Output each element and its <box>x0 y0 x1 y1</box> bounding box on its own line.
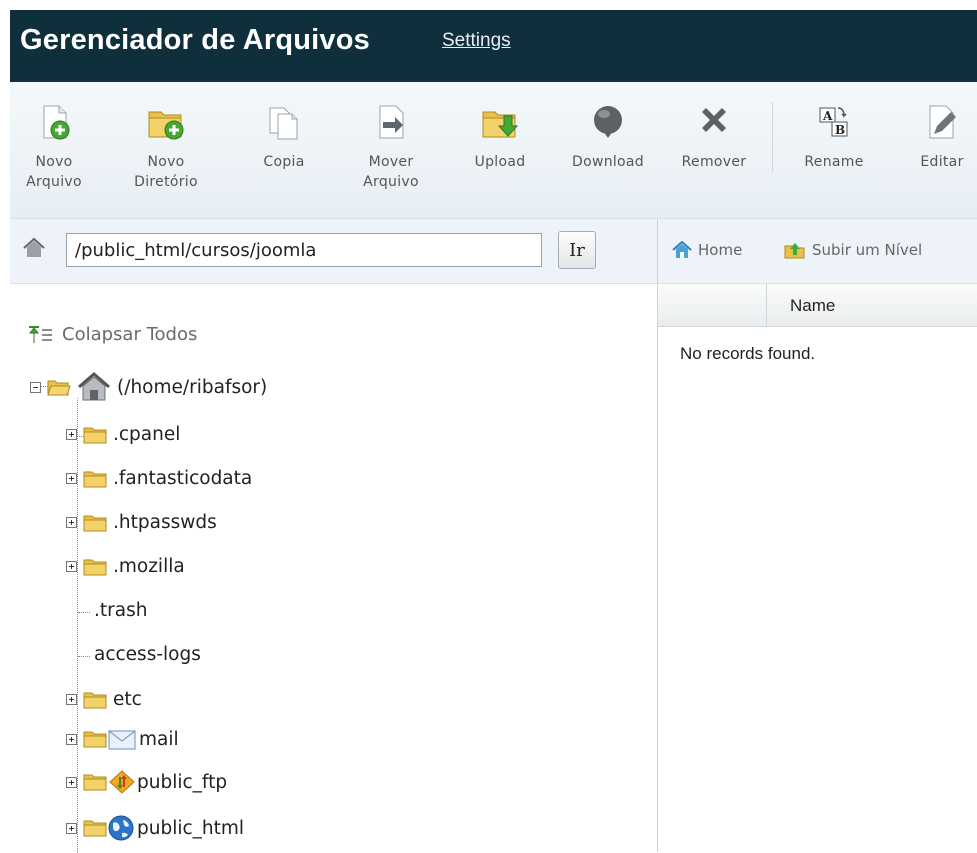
path-bar: /public_html/cursos/joomla Ir <box>10 219 657 284</box>
collapse-all-label: Colapsar Todos <box>62 324 198 345</box>
folder-icon <box>83 515 107 531</box>
copy-button[interactable]: Copia <box>240 102 328 172</box>
tree-root-label: (/home/ribafsor) <box>117 376 268 398</box>
new-file-button[interactable]: Novo Arquivo <box>10 102 98 192</box>
grid-header: Name <box>658 284 977 327</box>
new-file-icon <box>43 105 70 140</box>
path-input[interactable]: /public_html/cursos/joomla <box>66 233 542 267</box>
folder-icon <box>83 427 107 443</box>
nav-bar: Home Subir um Nível <box>657 219 977 284</box>
move-button[interactable]: Mover Arquivo <box>347 102 435 192</box>
tree-item[interactable]: .htpasswds <box>66 512 217 533</box>
expand-toggle[interactable] <box>66 517 77 528</box>
rename-label: Rename <box>804 154 864 170</box>
remove-label: Remover <box>681 154 747 170</box>
folder-icon <box>83 820 107 837</box>
home-nav-icon <box>672 241 692 258</box>
tree-connector <box>78 612 90 613</box>
folder-icon <box>83 471 107 487</box>
empty-message: No records found. <box>680 344 816 363</box>
rename-button[interactable]: A B Rename <box>790 102 878 172</box>
tree-connector <box>78 656 90 657</box>
edit-label: Editar <box>920 154 964 170</box>
tree-item[interactable]: public_ftp <box>66 770 227 794</box>
tree-item-label: mail <box>139 728 179 750</box>
remove-button[interactable]: Remover <box>670 102 758 172</box>
tree-item-label: public_html <box>137 817 245 839</box>
home-icon <box>23 237 45 257</box>
download-button[interactable]: Download <box>564 102 652 172</box>
collapse-all-button[interactable]: Colapsar Todos <box>28 324 197 345</box>
tree-item[interactable]: mail <box>66 727 179 751</box>
new-folder-label: Novo Diretório <box>134 154 198 190</box>
up-level-label: Subir um Nível <box>812 241 923 259</box>
upload-icon <box>482 111 519 138</box>
expand-toggle[interactable] <box>66 473 77 484</box>
home-nav-button[interactable]: Home <box>672 241 742 259</box>
expand-toggle[interactable] <box>66 733 77 745</box>
upload-button[interactable]: Upload <box>456 102 544 172</box>
toolbar: Novo Arquivo Novo Diretório Copia Mover Arq… <box>10 82 977 219</box>
folder-icon <box>83 692 107 708</box>
expand-toggle[interactable] <box>66 429 77 440</box>
folder-icon <box>83 731 107 748</box>
tree-item[interactable]: .mozilla <box>66 556 185 577</box>
tree-item-label: .cpanel <box>113 424 181 445</box>
globe-icon <box>108 815 134 841</box>
collapse-all-icon <box>28 325 52 343</box>
tree-item[interactable]: access-logs <box>94 644 201 665</box>
tree-item-label: .htpasswds <box>113 512 217 533</box>
tree-item[interactable]: .fantasticodata <box>66 468 252 489</box>
home-folder-icon <box>78 372 110 401</box>
new-file-label: Novo Arquivo <box>26 154 82 190</box>
settings-link[interactable]: Settings <box>442 30 511 52</box>
expand-toggle[interactable] <box>66 561 77 572</box>
tree-item[interactable]: etc <box>66 689 142 710</box>
tree-item[interactable]: .trash <box>94 600 147 621</box>
home-nav-label: Home <box>698 241 743 259</box>
expand-toggle[interactable] <box>66 822 77 834</box>
svg-text:A: A <box>822 109 833 123</box>
tree-item[interactable]: .cpanel <box>66 424 180 445</box>
tree-item-label: public_ftp <box>137 771 228 793</box>
upload-label: Upload <box>474 154 526 170</box>
tree-root[interactable]: (/home/ribafsor) <box>30 372 267 402</box>
file-grid: Name No records found. <box>657 284 977 852</box>
move-icon <box>379 105 404 139</box>
app-header: Gerenciador de Arquivos Settings <box>10 10 977 82</box>
move-label: Mover Arquivo <box>363 154 419 190</box>
download-label: Download <box>572 154 644 170</box>
up-level-button[interactable]: Subir um Nível <box>784 241 922 259</box>
new-folder-button[interactable]: Novo Diretório <box>122 102 210 192</box>
edit-icon <box>929 105 956 139</box>
copy-label: Copia <box>263 154 305 170</box>
expand-toggle[interactable] <box>66 776 77 788</box>
new-folder-icon <box>148 111 184 140</box>
app-title: Gerenciador de Arquivos <box>20 24 371 56</box>
download-icon <box>594 106 622 138</box>
folder-icon <box>83 774 107 791</box>
mail-icon <box>108 730 136 750</box>
column-separator <box>766 284 767 326</box>
delete-icon <box>702 108 726 132</box>
edit-button[interactable]: Editar <box>898 102 977 172</box>
tree-item-label: access-logs <box>94 644 201 665</box>
toolbar-separator <box>772 102 773 172</box>
rename-icon: A B <box>819 107 848 137</box>
open-folder-icon <box>47 380 71 396</box>
svg-text:B: B <box>835 123 845 137</box>
tree-item-label: .trash <box>94 600 148 621</box>
column-header-name[interactable]: Name <box>790 296 835 316</box>
folder-icon <box>83 559 107 575</box>
tree-item[interactable]: public_html <box>66 814 244 842</box>
up-level-icon <box>784 243 805 259</box>
collapse-toggle[interactable] <box>30 381 41 393</box>
copy-icon <box>269 107 298 140</box>
tree-item-label: .mozilla <box>113 556 185 577</box>
tree-item-label: etc <box>113 689 142 710</box>
ftp-icon <box>109 770 135 794</box>
tree-item-label: .fantasticodata <box>113 468 253 489</box>
go-button[interactable]: Ir <box>558 231 596 269</box>
expand-toggle[interactable] <box>66 694 77 705</box>
